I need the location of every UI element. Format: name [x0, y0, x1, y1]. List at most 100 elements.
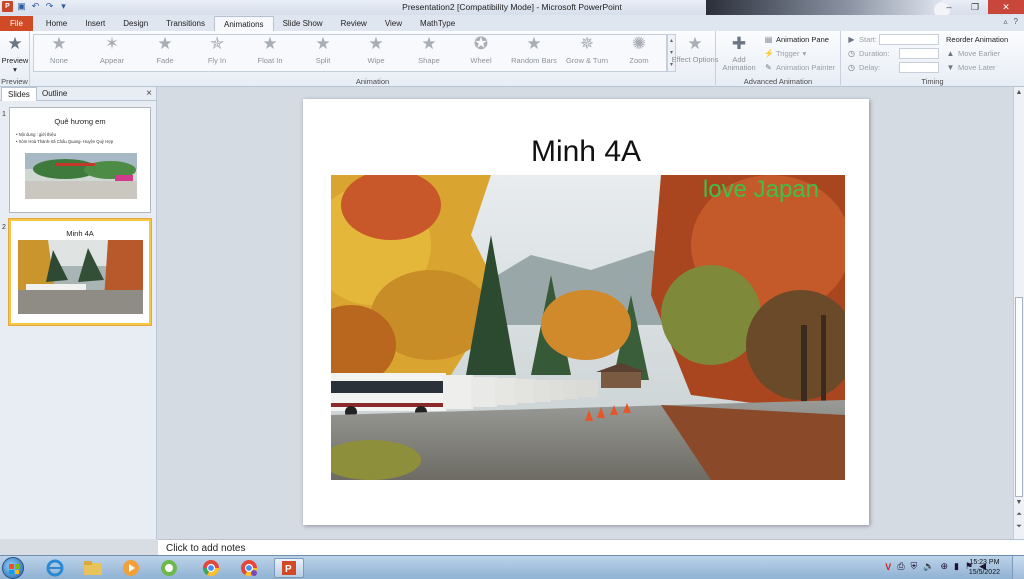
file-explorer-icon[interactable]: [78, 558, 108, 578]
svg-text:P: P: [285, 564, 292, 575]
close-button[interactable]: ✕: [988, 0, 1024, 14]
chrome-profile-icon[interactable]: [234, 558, 264, 578]
tab-insert[interactable]: Insert: [76, 16, 114, 31]
ribbon-tabs: File Home Insert Design Transitions Anim…: [0, 15, 1024, 31]
thumb-title: Quê hương em: [54, 117, 106, 126]
tab-mathtype[interactable]: MathType: [411, 16, 464, 31]
animation-split[interactable]: ★ Split: [298, 34, 348, 65]
tab-slides[interactable]: Slides: [1, 87, 37, 101]
notes-placeholder[interactable]: Click to add notes: [166, 543, 246, 554]
star-icon: ★: [315, 34, 331, 53]
slide-title[interactable]: Minh 4A: [303, 135, 869, 169]
animation-none[interactable]: ★ None: [34, 34, 84, 65]
minimize-button[interactable]: –: [936, 0, 962, 14]
start-button[interactable]: [2, 557, 24, 579]
star-icon: ★: [368, 34, 384, 53]
close-pane-icon[interactable]: ×: [146, 88, 152, 99]
animation-wipe[interactable]: ★ Wipe: [351, 34, 401, 65]
antivirus-icon[interactable]: V: [885, 562, 891, 572]
move-earlier-icon: ▲: [946, 49, 955, 58]
animation-pane-icon: ▤: [764, 35, 773, 44]
tab-slide-show[interactable]: Slide Show: [274, 16, 332, 31]
tab-design[interactable]: Design: [114, 16, 157, 31]
tab-file[interactable]: File: [0, 16, 33, 31]
move-later-icon: ▼: [946, 63, 955, 72]
slide-number: 2: [2, 224, 6, 231]
clock[interactable]: 15:23 PM 15/5/2022: [969, 558, 1000, 578]
group-label-advanced: Advanced Animation: [743, 77, 813, 86]
star-icon: ★: [526, 34, 542, 53]
move-earlier-button[interactable]: ▲ Move Earlier: [946, 49, 1001, 58]
thumb-autumn-image: [18, 240, 143, 314]
internet-explorer-icon[interactable]: [40, 558, 70, 578]
shield-icon[interactable]: ⛨: [911, 561, 918, 572]
animation-wheel[interactable]: ✪ Wheel: [456, 34, 506, 65]
help-icon[interactable]: ?: [1014, 17, 1018, 26]
tab-transitions[interactable]: Transitions: [157, 16, 214, 31]
tab-view[interactable]: View: [376, 16, 411, 31]
group-label-timing: Timing: [921, 77, 944, 86]
start-dropdown[interactable]: [879, 34, 939, 45]
signal-icon[interactable]: ▮: [954, 561, 959, 572]
slide-number: 1: [2, 111, 6, 118]
photo-caption: love Japan: [702, 176, 819, 203]
notes-pane[interactable]: Click to add notes: [158, 539, 1024, 555]
scroll-thumb[interactable]: [1015, 297, 1023, 497]
chrome-icon[interactable]: [196, 558, 226, 578]
title-bar: P ▣ ↶ ↷ ▾ Presentation2 [Compatibility M…: [0, 0, 1024, 18]
star-icon: ★: [262, 34, 278, 53]
star-icon: ✶: [104, 34, 120, 53]
delay-field[interactable]: [899, 62, 939, 73]
star-icon: ✯: [209, 34, 225, 53]
star-icon: ★: [51, 34, 67, 53]
show-desktop-button[interactable]: [1012, 556, 1024, 579]
animation-painter-button[interactable]: ✎ Animation Painter: [764, 63, 835, 72]
powerpoint-taskbar-icon[interactable]: P: [274, 558, 304, 578]
tab-outline[interactable]: Outline: [36, 87, 73, 101]
trigger-icon: ⚡: [764, 49, 774, 58]
move-later-button[interactable]: ▼ Move Later: [946, 63, 996, 72]
animation-zoom[interactable]: ✺ Zoom: [614, 34, 664, 65]
scroll-up-icon[interactable]: ▲: [1014, 89, 1024, 96]
animation-grow-turn[interactable]: ✵ Grow & Turn: [562, 34, 612, 65]
vertical-scrollbar[interactable]: ▲ ▼ ⏶ ⏷: [1013, 87, 1024, 539]
background-photo-strip: [706, 0, 950, 18]
reorder-label: Reorder Animation: [946, 35, 1009, 44]
add-animation-button[interactable]: ✚ Add Animation: [716, 34, 762, 72]
thumb-title: Minh 4A: [66, 229, 94, 238]
next-slide-icon[interactable]: ⏷: [1014, 523, 1024, 531]
animation-shape[interactable]: ★ Shape: [404, 34, 454, 65]
slide-photo[interactable]: love Japan: [331, 175, 845, 480]
restore-button[interactable]: ❐: [962, 0, 988, 14]
trigger-button[interactable]: ⚡ Trigger ▾: [764, 49, 806, 58]
animation-fade[interactable]: ★ Fade: [140, 34, 190, 65]
game-app-icon[interactable]: [154, 558, 184, 578]
previous-slide-icon[interactable]: ⏶: [1014, 511, 1024, 519]
slide-workspace: Minh 4A love Japan: [158, 87, 1013, 539]
animation-random-bars[interactable]: ★ Random Bars: [509, 34, 559, 65]
slide-thumbnail-2[interactable]: Minh 4A: [8, 218, 152, 326]
duration-field[interactable]: [899, 48, 939, 59]
media-player-icon[interactable]: [116, 558, 146, 578]
preview-group: ★ Preview ▾ Preview: [0, 31, 30, 87]
minimize-ribbon-icon[interactable]: ▵: [1004, 17, 1008, 26]
windows-logo-icon: [9, 564, 19, 574]
star-icon: ✵: [579, 34, 595, 53]
effect-options-icon: ★: [687, 34, 703, 53]
scroll-down-icon[interactable]: ▼: [1014, 499, 1024, 506]
tab-review[interactable]: Review: [332, 16, 376, 31]
animation-pane-button[interactable]: ▤ Animation Pane: [764, 35, 829, 44]
animation-float-in[interactable]: ★ Float In: [245, 34, 295, 65]
tab-animations[interactable]: Animations: [213, 16, 274, 31]
duration-icon: ◷: [848, 49, 855, 58]
ribbon: ★ Preview ▾ Preview Animation ★ None ✶ App…: [0, 31, 1024, 87]
volume-icon[interactable]: 🔈: [923, 561, 934, 572]
network-icon[interactable]: ⊕: [941, 561, 949, 572]
effect-options-button[interactable]: ★ Effect Options: [670, 34, 720, 64]
slide-thumbnail-1[interactable]: Quê hương em • Nội dung : giới thiệu • X…: [9, 107, 151, 213]
animation-appear[interactable]: ✶ Appear: [87, 34, 137, 65]
current-slide[interactable]: Minh 4A love Japan: [303, 99, 869, 525]
animation-fly-in[interactable]: ✯ Fly In: [192, 34, 242, 65]
printer-icon[interactable]: ⎙: [897, 561, 904, 572]
tab-home[interactable]: Home: [37, 16, 76, 31]
